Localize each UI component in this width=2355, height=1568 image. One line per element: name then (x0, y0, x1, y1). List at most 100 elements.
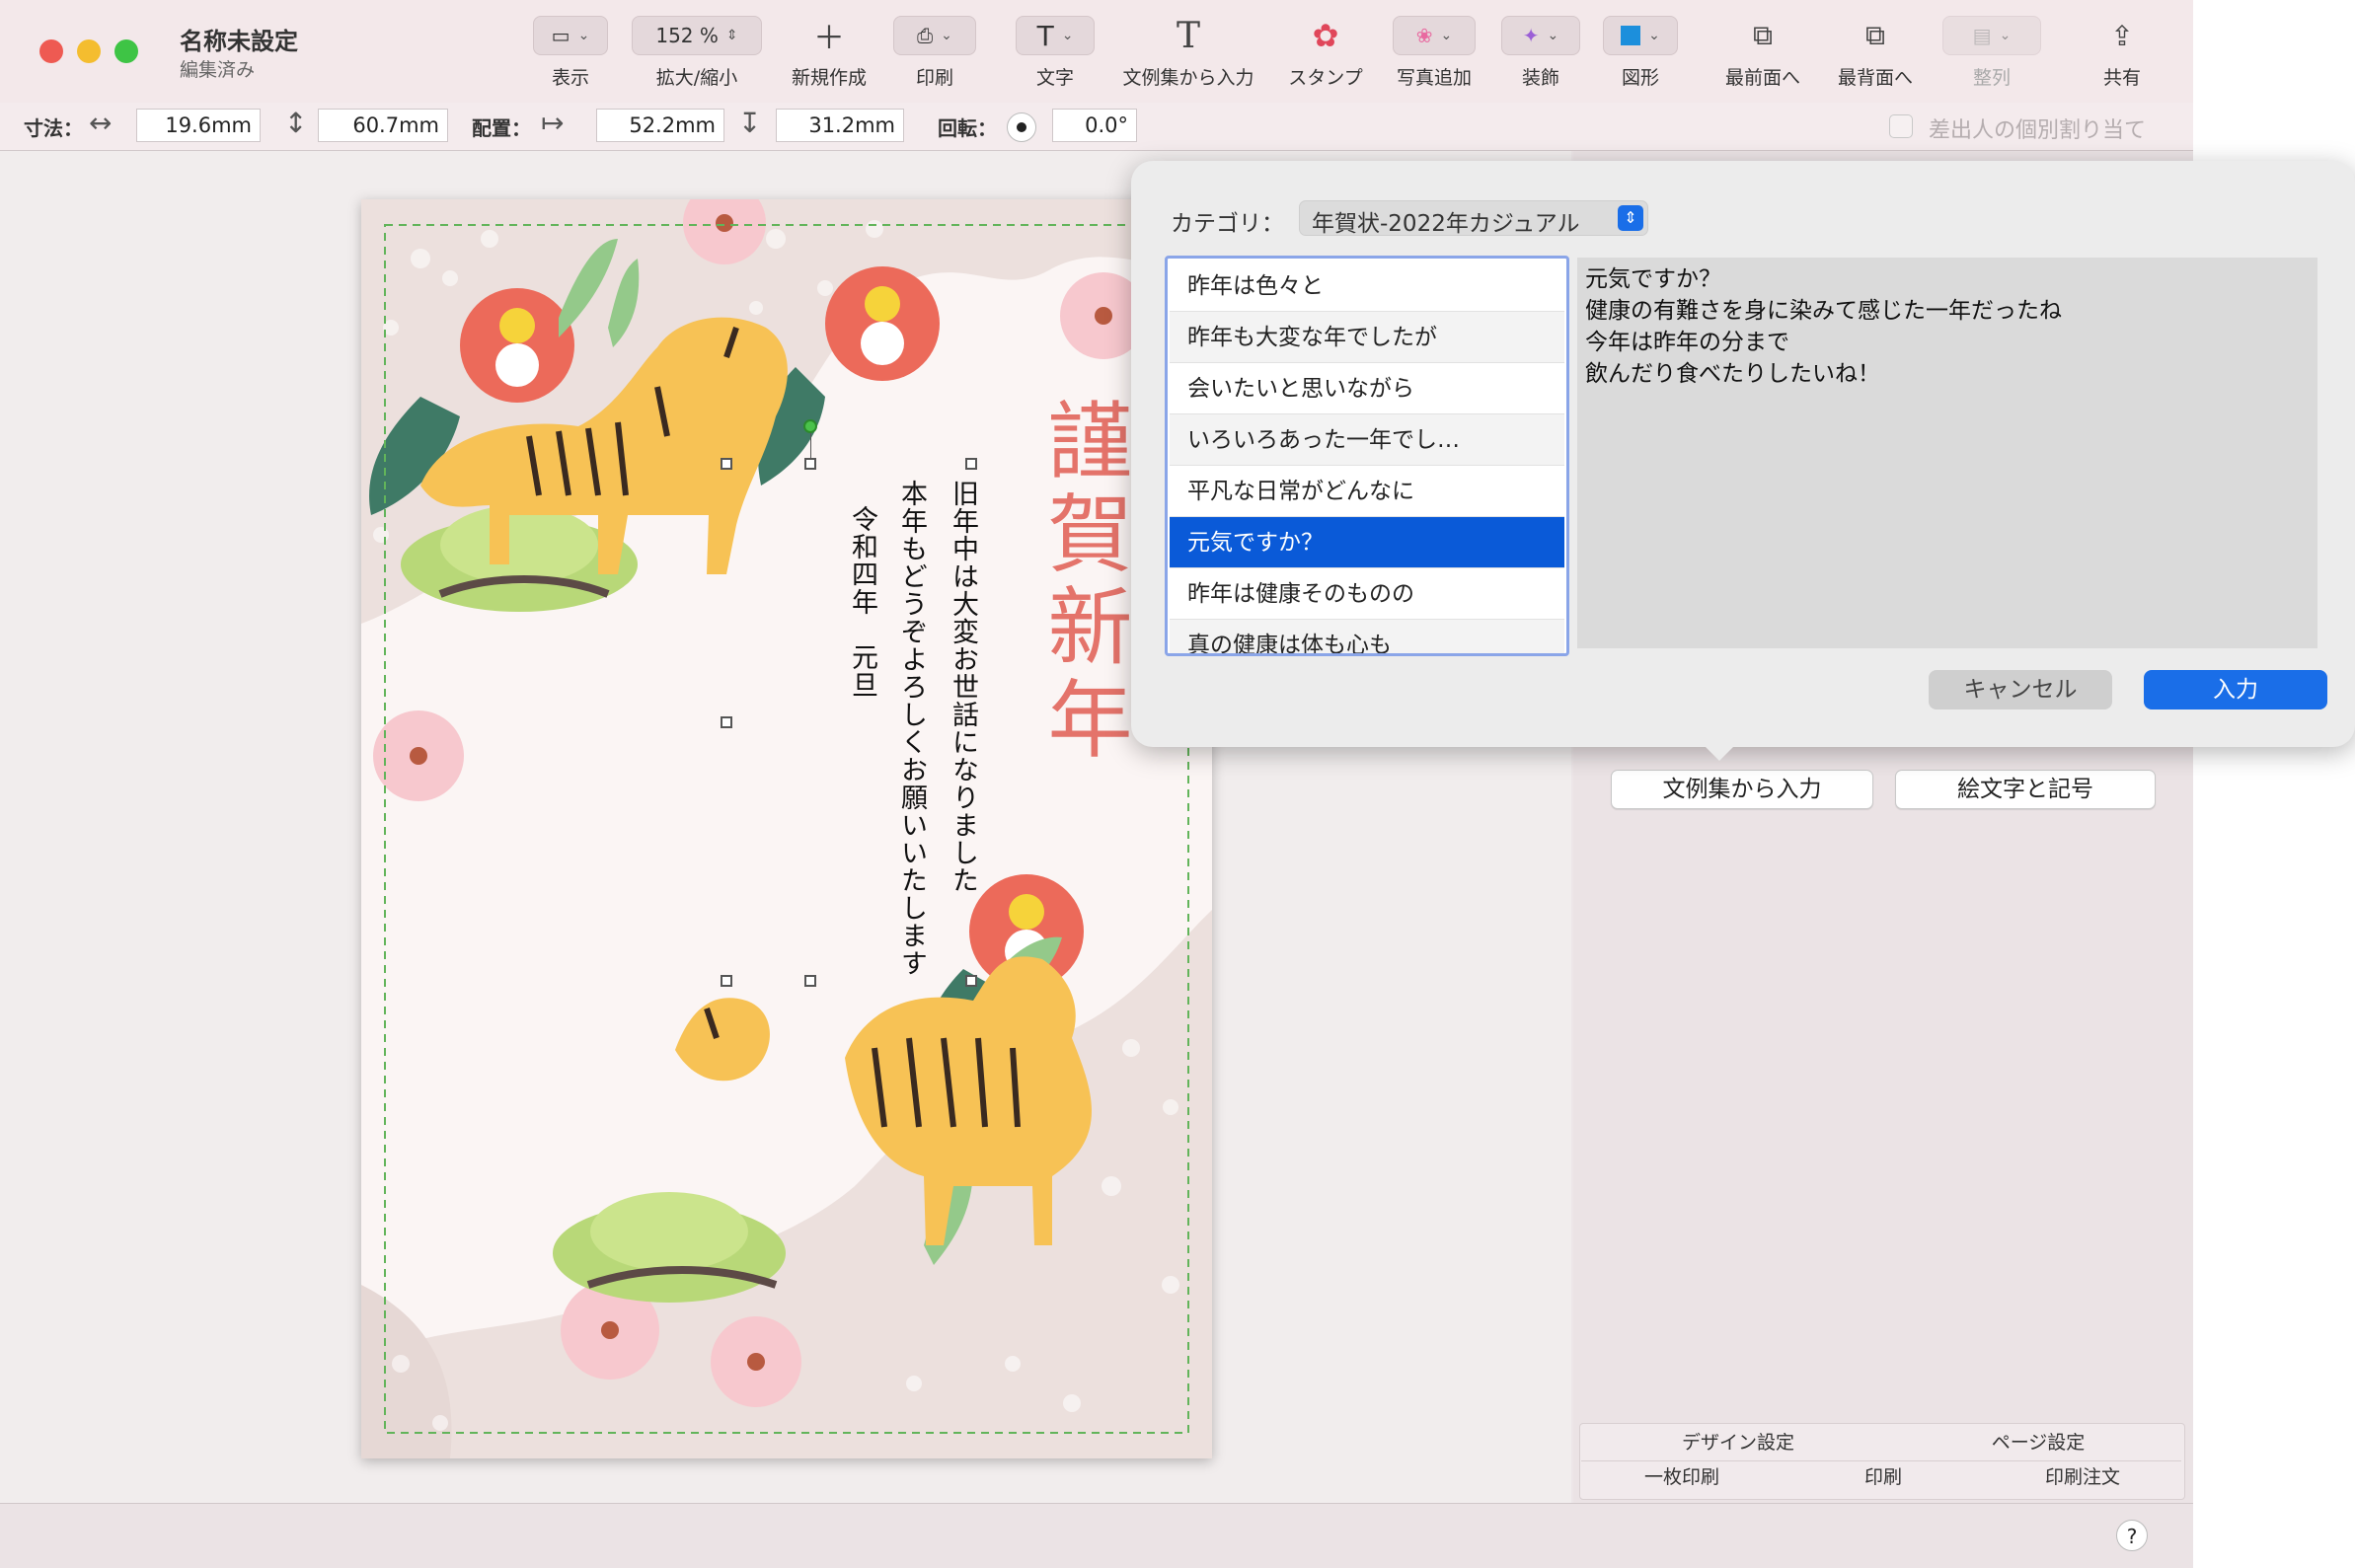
phrase-popover: カテゴリ： 年賀状-2022年カジュアル ⇕ 昨年は色々と 昨年も大変な年でしたが… (1131, 161, 2355, 761)
message-date[interactable]: 令和四年 元旦 (843, 505, 881, 699)
tiger-icon (420, 317, 1092, 1245)
list-item[interactable]: 昨年は健康そのものの (1170, 568, 1564, 620)
zoom-control[interactable]: 152 % ⇕ 拡大/縮小 (628, 16, 766, 99)
chevron-down-icon: ⌄ (577, 28, 590, 43)
list-item[interactable]: 昨年は色々と (1170, 261, 1564, 312)
resize-handle[interactable] (721, 716, 732, 728)
rotation-handle[interactable] (803, 419, 817, 433)
text-icon: T (1036, 19, 1054, 52)
resize-handle[interactable] (804, 458, 816, 470)
share-button[interactable]: ⇪ 共有 (2083, 16, 2162, 99)
shape-label: 図形 (1621, 67, 1659, 89)
width-field[interactable]: 19.6mm (136, 109, 261, 142)
photo-label: 写真追加 (1396, 67, 1472, 89)
width-icon: ↔ (89, 107, 113, 139)
resize-handle[interactable] (965, 975, 977, 987)
align-icon: ▤ (1972, 24, 1992, 47)
decor-button[interactable]: ✦ ⌄ 装飾 (1498, 16, 1583, 99)
x-field[interactable]: 52.2mm (596, 109, 724, 142)
position-label: 配置： (472, 116, 531, 140)
resize-handle[interactable] (721, 975, 732, 987)
photo-button[interactable]: ❀ ⌄ 写真追加 (1390, 16, 1479, 99)
chevron-down-icon: ⌄ (1999, 28, 2012, 43)
text-label: 文字 (1035, 67, 1074, 89)
resize-handle[interactable] (804, 975, 816, 987)
send-back-button[interactable]: ⧉ 最背面へ (1828, 16, 1923, 99)
tab-print[interactable]: 印刷 (1783, 1460, 1984, 1494)
tab-single-print[interactable]: 一枚印刷 (1581, 1460, 1783, 1494)
y-field[interactable]: 31.2mm (776, 109, 904, 142)
chevron-down-icon: ⌄ (1440, 28, 1453, 43)
postcard[interactable]: 謹賀新年 旧年中は大変お世話になりました 本年もどうぞよろしくお願いいたします … (361, 199, 1212, 1458)
stamp-button[interactable]: ✿ スタンプ (1281, 16, 1370, 99)
list-item[interactable]: 元気ですか？ (1170, 517, 1564, 568)
popover-arrow (1702, 743, 1737, 761)
height-field[interactable]: 60.7mm (318, 109, 448, 142)
list-item[interactable]: いろいろあった一年でし… (1170, 414, 1564, 466)
list-item[interactable]: 平凡な日常がどんなに (1170, 466, 1564, 517)
cancel-button[interactable]: キャンセル (1929, 670, 2112, 709)
chevron-down-icon: ⌄ (1648, 28, 1660, 43)
share-label: 共有 (2102, 67, 2141, 89)
serif-text-icon: T (1176, 15, 1200, 56)
select-stepper-icon: ⇕ (1618, 205, 1643, 231)
print-button[interactable]: ⎙ ⌄ 印刷 (890, 16, 979, 99)
square-shape-icon (1621, 26, 1641, 45)
minimize-button[interactable] (77, 39, 101, 63)
greeting-title[interactable]: 謹賀新年 (1021, 397, 1144, 768)
category-select[interactable]: 年賀状-2022年カジュアル ⇕ (1299, 200, 1648, 237)
text-button[interactable]: T ⌄ 文字 (1013, 16, 1098, 99)
shape-button[interactable]: ⌄ 図形 (1601, 16, 1680, 99)
preview-line: 元気ですか？ (1585, 266, 1721, 292)
magic-wand-icon: ✦ (1522, 24, 1540, 47)
send-to-back-icon: ⧉ (1865, 19, 1885, 51)
zoom-window-button[interactable] (114, 39, 138, 63)
category-value: 年賀状-2022年カジュアル (1312, 211, 1580, 237)
close-button[interactable] (39, 39, 63, 63)
align-label: 整列 (1972, 67, 2011, 89)
new-button[interactable]: ＋ 新規作成 (786, 16, 873, 99)
zoom-value[interactable]: 152 % (655, 24, 719, 47)
chevron-down-icon: ⌄ (941, 28, 952, 43)
resize-handle[interactable] (721, 458, 732, 470)
help-button[interactable]: ? (2116, 1520, 2148, 1551)
zoom-label: 拡大/縮小 (655, 67, 738, 89)
rotation-knob[interactable] (1007, 112, 1036, 142)
preview-line: 今年は昨年の分まで (1585, 330, 1789, 355)
phrase-insert-side-button[interactable]: 文例集から入力 (1611, 770, 1873, 809)
tab-design-settings[interactable]: デザイン設定 (1581, 1426, 1895, 1459)
rotation-field[interactable]: 0.0° (1052, 109, 1137, 142)
chevron-down-icon: ⌄ (1061, 28, 1074, 43)
message-line-1[interactable]: 旧年中は大変お世話になりました (944, 480, 982, 894)
list-item[interactable]: 真の健康は体も心も (1170, 620, 1564, 653)
phrase-list[interactable]: 昨年は色々と 昨年も大変な年でしたが 会いたいと思いながら いろいろあった一年でし… 平… (1165, 256, 1569, 656)
tab-page-settings[interactable]: ページ設定 (1895, 1426, 2181, 1459)
phrase-insert-label: 文例集から入力 (1122, 67, 1254, 89)
height-icon: ↕ (284, 107, 308, 139)
phrase-preview: 元気ですか？ 健康の有難さを身に染みて感じた一年だったね 今年は昨年の分まで 飲んだり… (1577, 258, 2317, 648)
printer-icon: ⎙ (917, 24, 934, 47)
y-position-icon: ↧ (738, 107, 762, 139)
decor-label: 装飾 (1521, 67, 1559, 89)
stepper-icon[interactable]: ⇕ (726, 28, 738, 43)
status-bar (0, 1503, 2193, 1568)
share-icon: ⇪ (2110, 19, 2134, 52)
recipient-label: 差出人の個別割り当て (1929, 118, 2147, 143)
recipient-checkbox (1889, 114, 1913, 138)
phrase-insert-button[interactable]: T 文例集から入力 (1115, 16, 1261, 99)
tab-print-order[interactable]: 印刷注文 (1984, 1460, 2181, 1494)
photos-icon: ❀ (1415, 24, 1433, 47)
resize-handle[interactable] (965, 458, 977, 470)
list-item[interactable]: 会いたいと思いながら (1170, 363, 1564, 414)
list-item[interactable]: 昨年も大変な年でしたが (1170, 312, 1564, 363)
print-label: 印刷 (915, 67, 953, 89)
rotation-label: 回転： (938, 116, 997, 140)
bring-front-button[interactable]: ⧉ 最前面へ (1715, 16, 1810, 99)
emoji-symbol-button[interactable]: 絵文字と記号 (1895, 770, 2156, 809)
chevron-down-icon: ⌄ (1547, 28, 1559, 43)
card-illustration (361, 199, 1212, 1458)
message-line-2[interactable]: 本年もどうぞよろしくお願いいたします (892, 480, 931, 977)
insert-button[interactable]: 入力 (2144, 670, 2327, 709)
view-button[interactable]: ▭ ⌄ 表示 (529, 16, 612, 99)
bring-front-label: 最前面へ (1724, 67, 1800, 89)
